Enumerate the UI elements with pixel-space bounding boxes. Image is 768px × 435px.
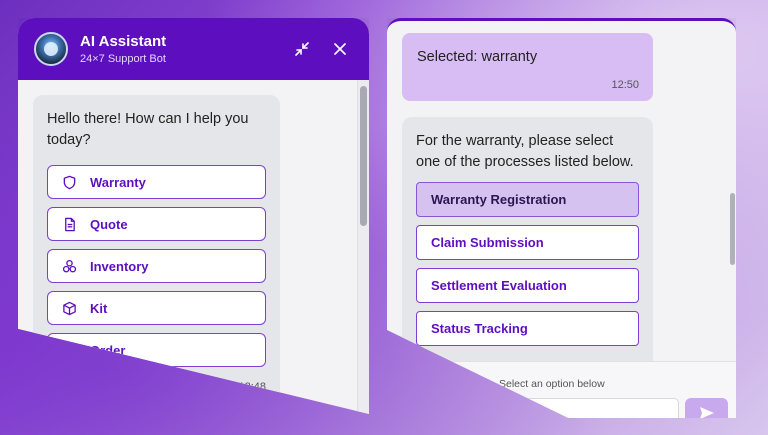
input-hint: Select an option below xyxy=(499,378,605,390)
option-inventory-button[interactable]: Inventory xyxy=(47,249,266,283)
option-quote-button[interactable]: Quote xyxy=(47,207,266,241)
bot-message-bubble: For the warranty, please select one of t… xyxy=(402,117,653,377)
close-button[interactable] xyxy=(327,36,353,62)
close-icon xyxy=(334,43,346,55)
process-label: Settlement Evaluation xyxy=(431,278,567,293)
user-message-text: Selected: warranty xyxy=(417,49,538,65)
option-label: Quote xyxy=(90,216,128,232)
robot-avatar-icon xyxy=(34,32,68,66)
process-label: Status Tracking xyxy=(431,321,528,336)
option-label: Warranty xyxy=(90,174,146,190)
scrollbar-thumb[interactable] xyxy=(730,193,735,265)
bot-greeting: Hello there! How can I help you today? xyxy=(47,111,249,148)
chat-header: AI Assistant 24×7 Support Bot xyxy=(18,18,369,80)
process-warranty-registration-button[interactable]: Warranty Registration xyxy=(416,182,639,217)
package-icon xyxy=(63,301,76,315)
process-label: Claim Submission xyxy=(431,235,544,250)
collapse-icon xyxy=(295,42,309,56)
document-icon xyxy=(65,217,75,231)
process-settlement-evaluation-button[interactable]: Settlement Evaluation xyxy=(416,268,639,303)
collapse-button[interactable] xyxy=(289,36,315,62)
send-icon xyxy=(699,407,714,418)
process-status-tracking-button[interactable]: Status Tracking xyxy=(416,311,639,346)
scrollbar-thumb[interactable] xyxy=(360,86,367,226)
send-button[interactable] xyxy=(685,398,728,418)
process-label: Warranty Registration xyxy=(431,192,567,207)
scrollbar[interactable] xyxy=(357,80,369,414)
header-title: AI Assistant xyxy=(80,33,167,50)
option-kit-button[interactable]: Kit xyxy=(47,291,266,325)
header-subtitle: 24×7 Support Bot xyxy=(80,53,166,65)
option-warranty-button[interactable]: Warranty xyxy=(47,165,266,199)
process-claim-submission-button[interactable]: Claim Submission xyxy=(416,225,639,260)
option-label: Inventory xyxy=(90,258,149,274)
boxes-icon xyxy=(62,259,77,272)
option-label: Kit xyxy=(90,300,108,316)
shield-icon xyxy=(63,175,76,189)
message-timestamp: 12:50 xyxy=(611,79,639,91)
user-message-bubble: Selected: warranty 12:50 xyxy=(402,33,653,101)
bot-message-text: For the warranty, please select one of t… xyxy=(416,133,634,170)
